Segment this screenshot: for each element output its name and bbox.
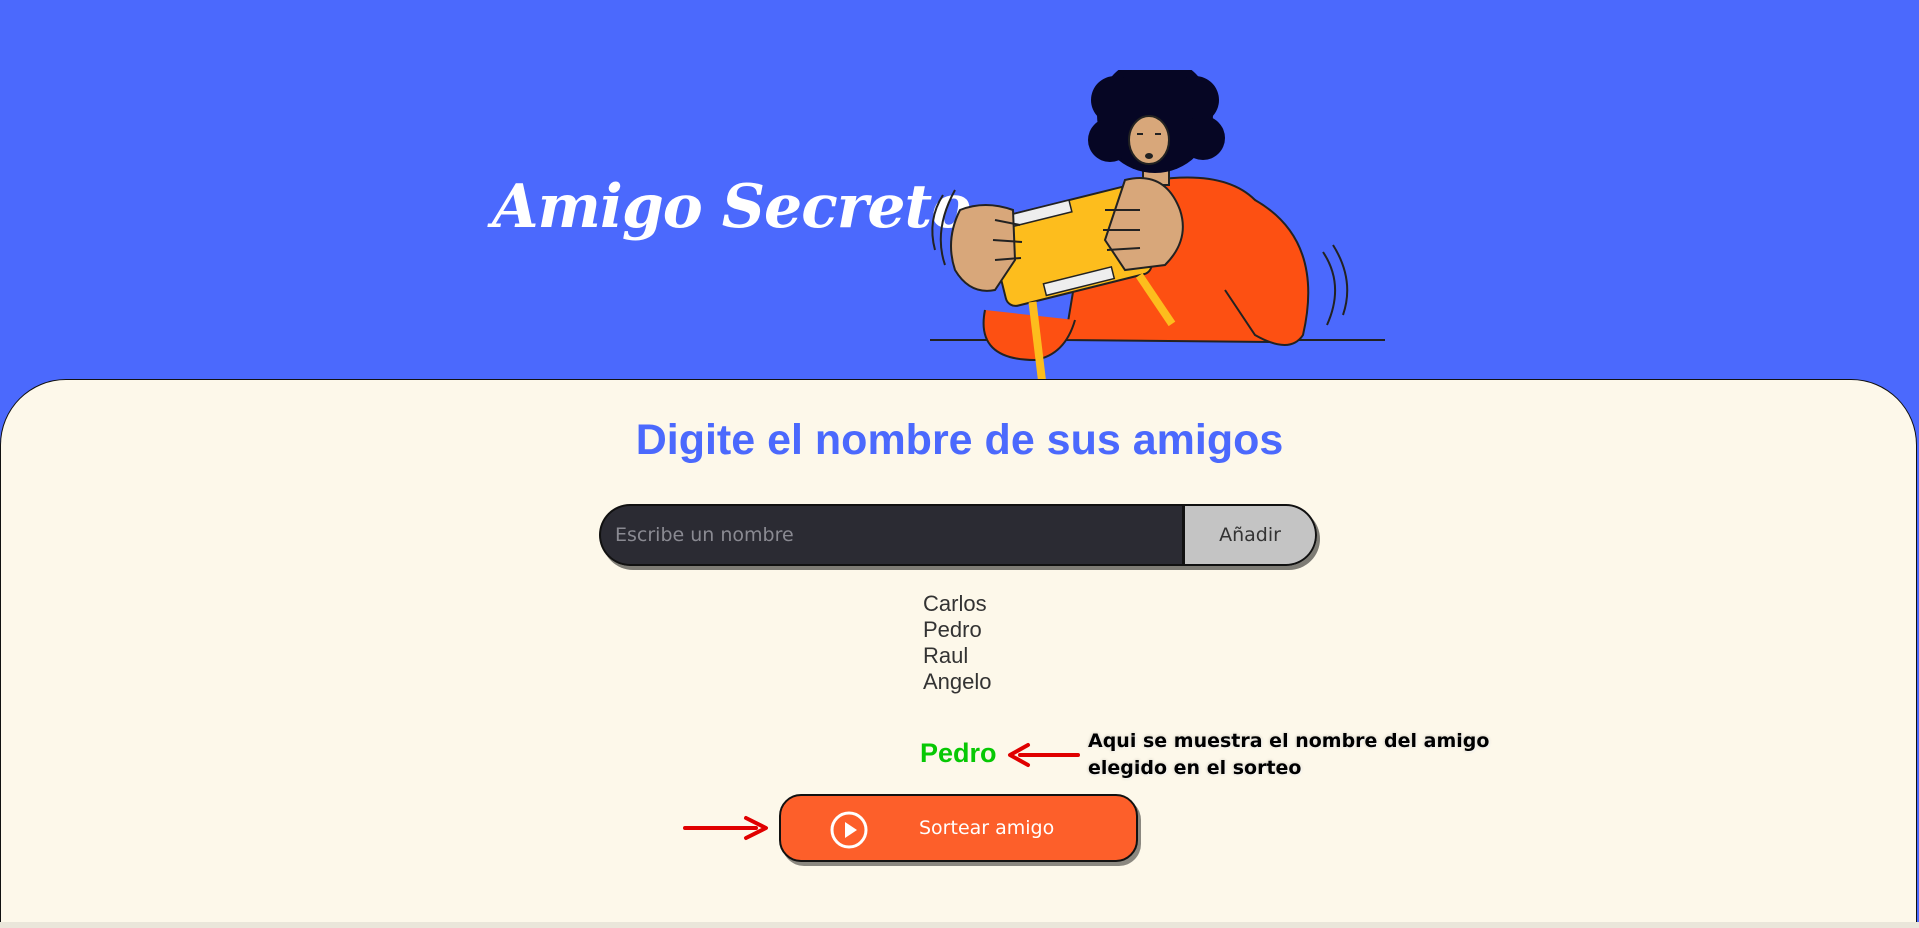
list-item: Raul bbox=[923, 643, 969, 668]
list-item: Carlos bbox=[923, 591, 987, 616]
friends-list: Carlos Pedro Raul Angelo bbox=[923, 591, 992, 695]
draw-result: Pedro bbox=[920, 738, 997, 768]
draw-friend-button[interactable]: Sortear amigo bbox=[779, 794, 1138, 862]
person-holding-gift-illustration bbox=[930, 70, 1385, 380]
panel-bottom-edge bbox=[0, 922, 1919, 928]
annotation-note: Aqui se muestra el nombre del amigo eleg… bbox=[1088, 730, 1490, 779]
red-arrow-icon bbox=[683, 816, 768, 840]
add-friend-form: Añadir bbox=[599, 504, 1317, 566]
header: Amigo Secreto bbox=[0, 0, 1919, 380]
list-item: Pedro bbox=[923, 617, 982, 642]
play-circle-icon bbox=[830, 811, 868, 849]
friend-name-input[interactable] bbox=[599, 504, 1182, 566]
red-arrow-icon bbox=[1008, 743, 1080, 767]
section-heading: Digite el nombre de sus amigos bbox=[635, 416, 1284, 464]
page-title: Amigo Secreto bbox=[492, 172, 971, 242]
list-item: Angelo bbox=[923, 669, 992, 694]
add-button[interactable]: Añadir bbox=[1182, 504, 1317, 566]
draw-button-label: Sortear amigo bbox=[919, 817, 1055, 839]
